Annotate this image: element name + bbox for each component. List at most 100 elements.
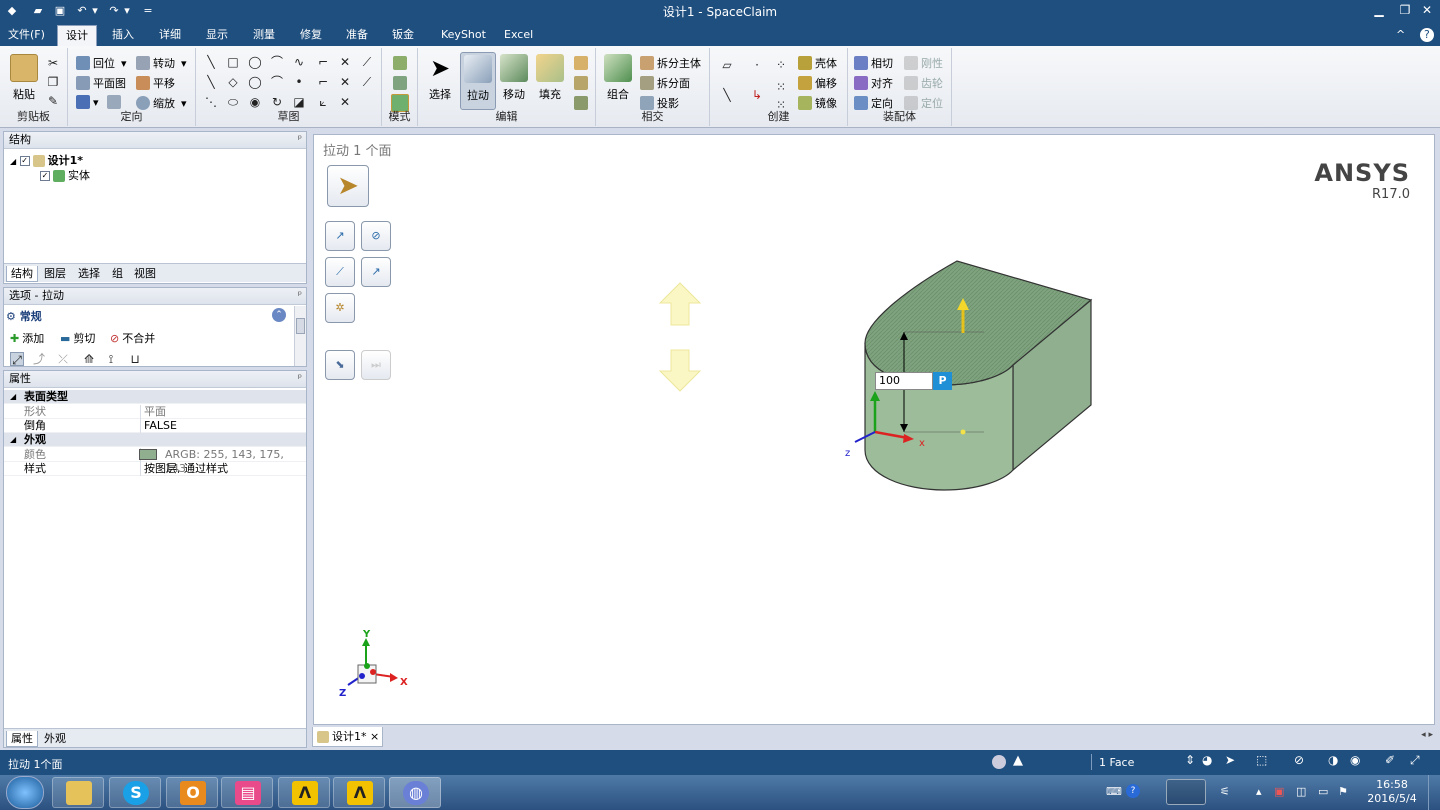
tab-groups[interactable]: 组 [108, 266, 127, 281]
ellipse-tool-icon[interactable]: ⬭ [226, 95, 240, 109]
ime-icon[interactable]: ⚟ [1220, 785, 1230, 798]
color-swatch[interactable] [139, 449, 157, 460]
taskbar-ansys-1[interactable]: Λ [278, 777, 330, 808]
cut-icon[interactable]: ✂ [46, 56, 60, 70]
tab-selection[interactable]: 选择 [74, 266, 104, 281]
format-painter-icon[interactable]: ✎ [46, 94, 60, 108]
property-row-style[interactable]: 样式 按图层, 通过样式 [4, 462, 306, 476]
tree-row-design[interactable]: ◢ ✓ 设计1* [10, 152, 83, 168]
tab-measure[interactable]: 测量 [245, 25, 283, 46]
point-tool-icon[interactable]: • [292, 75, 306, 89]
view-cube-dropdown[interactable]: ▾ [76, 95, 124, 109]
pull-up-arrow[interactable] [658, 282, 702, 326]
add-option[interactable]: ✚ 添加 [10, 330, 44, 346]
tab-excel[interactable]: Excel [496, 25, 541, 46]
tab-appearance[interactable]: 外观 [40, 731, 70, 746]
section-view-icon[interactable]: ✐ [1385, 753, 1395, 767]
start-button[interactable] [6, 776, 44, 809]
property-category-appearance[interactable]: ◢ 外观 [4, 433, 306, 447]
paste-button[interactable]: 粘贴 [6, 54, 42, 102]
visibility-checkbox[interactable]: ✓ [40, 171, 50, 181]
property-row-shape[interactable]: 形状 平面 [4, 405, 306, 419]
options-scrollbar[interactable] [294, 306, 306, 366]
arc-center-icon[interactable]: ↻ [270, 95, 284, 109]
plan-view-button[interactable]: 平面图 [76, 75, 126, 91]
visibility-checkbox[interactable]: ✓ [19, 156, 30, 166]
corner-tool-icon[interactable]: ✕ [338, 75, 352, 89]
show-desktop-button[interactable] [1428, 775, 1440, 810]
document-tab-close[interactable]: × [370, 730, 379, 743]
property-row-color[interactable]: 颜色 ARGB: 255, 143, 175, 143 [4, 448, 306, 475]
tree-collapse-icon[interactable]: ◢ [10, 157, 16, 166]
revolve-option-icon[interactable]: ⤫ [56, 352, 70, 366]
model-scene[interactable]: x z Y X Z [314, 135, 1434, 724]
face-curve-icon[interactable]: ◪ [292, 95, 306, 109]
three-point-arc-icon[interactable]: ⌐ [316, 75, 330, 89]
point-icon[interactable]: · [750, 58, 764, 72]
home-view-button[interactable]: 回位 ▾ [76, 55, 127, 71]
tab-prepare[interactable]: 准备 [338, 25, 376, 46]
file-menu[interactable]: 文件(F) [0, 25, 53, 46]
gear-button[interactable]: 齿轮 [904, 75, 943, 91]
measure-icon[interactable]: ⤢ [1410, 753, 1420, 768]
dimension-input[interactable]: 100 [875, 372, 933, 390]
options-section-header[interactable]: ⚙ 常规 [6, 308, 42, 324]
circular-pattern-icon[interactable]: ⁙ [774, 80, 788, 94]
split-line-icon[interactable]: ✕ [338, 95, 352, 109]
selection-filter-icon[interactable]: ⇕ [1185, 753, 1195, 767]
tab-views[interactable]: 视图 [130, 266, 160, 281]
align-button[interactable]: 对齐 [854, 75, 893, 91]
rigid-button[interactable]: 刚性 [904, 55, 943, 71]
render-style-icon[interactable]: ◑ [1328, 753, 1338, 767]
bend-tool-icon[interactable]: ⟀ [316, 95, 330, 109]
sweep-arc-icon[interactable]: ⌒ [270, 75, 284, 89]
dimension-pin-button[interactable]: P [933, 372, 952, 390]
zoom-status-icon[interactable]: ◉ [1350, 753, 1360, 767]
tab-structure[interactable]: 结构 [6, 266, 38, 282]
tab-insert[interactable]: 插入 [104, 25, 142, 46]
split-face-button[interactable]: 拆分面 [640, 75, 690, 91]
draft-option-icon[interactable]: ⟟ [104, 352, 118, 366]
pin-icon[interactable]: ᵖ [298, 371, 302, 387]
tab-sheet-metal[interactable]: 钣金 [384, 25, 422, 46]
tab-design[interactable]: 设计 [57, 25, 97, 46]
shell-button[interactable]: 壳体 [798, 55, 837, 71]
language-bar[interactable] [1166, 779, 1206, 805]
tangent-arc-icon[interactable]: ⌐ [316, 55, 330, 69]
tab-keyshot[interactable]: KeyShot [433, 25, 494, 46]
tangent-button[interactable]: 相切 [854, 55, 893, 71]
tab-scroll-arrows[interactable]: ◂ ▸ [1421, 730, 1433, 740]
replace-icon[interactable] [574, 76, 588, 90]
box-select-icon[interactable]: ⬚ [1256, 753, 1267, 767]
close-button[interactable]: ✕ [1414, 0, 1440, 20]
tab-properties[interactable]: 属性 [6, 731, 38, 747]
taskbar-app-pink[interactable]: ▤ [221, 777, 273, 808]
section-mode-icon[interactable] [393, 76, 407, 90]
keyboard-icon[interactable]: ⌨ [1106, 785, 1122, 798]
tangent-line-icon[interactable]: ╲ [204, 75, 218, 89]
property-row-chamfer[interactable]: 倒角 FALSE [4, 419, 306, 433]
select-mode-icon[interactable]: ➤ [1225, 753, 1235, 767]
graphics-viewport[interactable]: 拉动 1 个面 ANSYS R17.0 ➤ ↗ ⊘ ⟋ ↗ ✲ ⬊ ⏭ x z … [313, 134, 1435, 725]
power-icon[interactable]: ▭ [1318, 785, 1328, 798]
trim-tool-icon[interactable]: ✕ [338, 55, 352, 69]
globe-icon[interactable]: ◕ [1202, 753, 1212, 767]
tab-layers[interactable]: 图层 [40, 266, 70, 281]
project-to-sketch-icon[interactable]: ⟋ [360, 75, 374, 89]
pivot-option-icon[interactable]: ⤴ [32, 352, 46, 366]
pin-icon[interactable]: ᵖ [298, 288, 302, 304]
pin-icon[interactable]: ᵖ [298, 132, 302, 148]
spline-tool-icon[interactable]: ∿ [292, 55, 306, 69]
plane-icon[interactable]: ▱ [720, 58, 734, 72]
help-tray-icon[interactable]: ? [1126, 784, 1140, 798]
line-tool-icon[interactable]: ╲ [204, 55, 218, 69]
three-point-rect-icon[interactable]: ◇ [226, 75, 240, 89]
polygon-tool-icon[interactable]: ◉ [248, 95, 262, 109]
action-center-icon[interactable]: ⚑ [1338, 785, 1348, 798]
taskbar-ansys-2[interactable]: Λ [333, 777, 385, 808]
taskbar-explorer[interactable] [52, 777, 104, 808]
collapse-section-icon[interactable]: ⌃ [272, 308, 286, 322]
rectangle-tool-icon[interactable]: □ [226, 55, 240, 69]
property-category-surface[interactable]: ◢ 表面类型 [4, 390, 306, 404]
combine-button[interactable]: 组合 [600, 54, 636, 102]
